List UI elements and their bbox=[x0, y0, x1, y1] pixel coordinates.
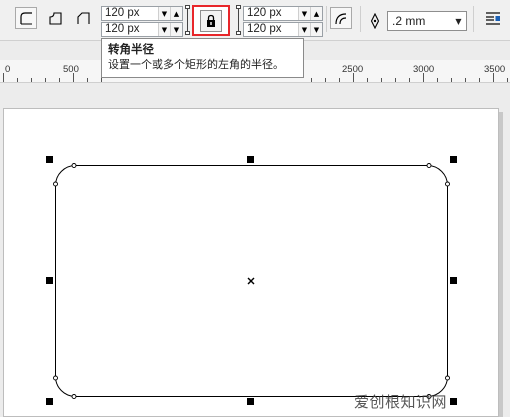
selection-handle-middle-left[interactable] bbox=[46, 277, 53, 284]
selection-handle-top-right[interactable] bbox=[450, 156, 457, 163]
selection-handle-bottom-right[interactable] bbox=[450, 398, 457, 405]
selection-handle-bottom-middle[interactable] bbox=[247, 398, 254, 405]
selection-handle-middle-right[interactable] bbox=[450, 277, 457, 284]
rounded-rectangle-shape[interactable] bbox=[0, 0, 510, 417]
selection-handle-top-middle[interactable] bbox=[247, 156, 254, 163]
center-cross-icon[interactable] bbox=[247, 277, 255, 285]
corner-node[interactable] bbox=[426, 163, 432, 168]
corner-node[interactable] bbox=[53, 181, 58, 187]
corner-node[interactable] bbox=[445, 181, 450, 187]
selection-handle-top-left[interactable] bbox=[46, 156, 53, 163]
selection-handle-bottom-left[interactable] bbox=[46, 398, 53, 405]
corner-node[interactable] bbox=[53, 375, 58, 381]
corner-node[interactable] bbox=[71, 394, 77, 399]
corner-node[interactable] bbox=[445, 375, 450, 381]
watermark-text: 爱创根知识网 bbox=[354, 393, 448, 411]
corner-node[interactable] bbox=[71, 163, 77, 168]
